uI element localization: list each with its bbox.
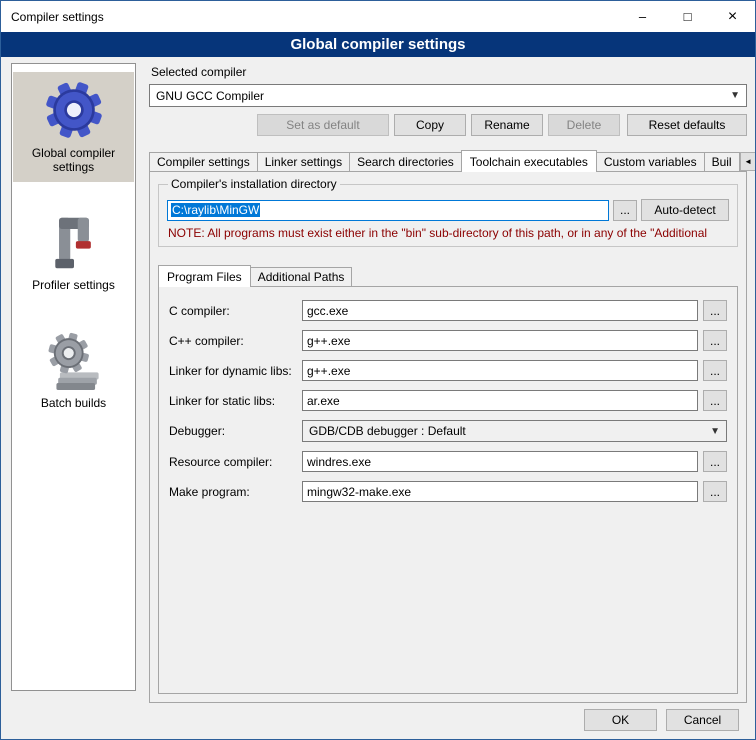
field-row: Debugger: GDB/CDB debugger : Default ▼ [169,420,727,442]
sidebar: Global compiler settings Profiler settin… [11,63,136,691]
resource-compiler-label: Resource compiler: [169,455,297,469]
cpp-compiler-browse-button[interactable]: ... [703,330,727,351]
set-as-default-button: Set as default [257,114,389,136]
batch-builds-gear-icon [44,332,104,390]
resource-compiler-browse-button[interactable]: ... [703,451,727,472]
page-title: Global compiler settings [1,32,755,57]
install-dir-browse-button[interactable]: ... [613,200,637,221]
cpp-compiler-label: C++ compiler: [169,334,297,348]
debugger-label: Debugger: [169,424,297,438]
install-dir-selected-text: C:\raylib\MinGW [171,203,260,217]
tab-program-files[interactable]: Program Files [158,265,251,287]
install-dir-input[interactable]: C:\raylib\MinGW [167,200,609,221]
main-panel: Selected compiler GNU GCC Compiler ▼ Set… [149,63,747,703]
make-program-label: Make program: [169,485,297,499]
field-row: Resource compiler: ... [169,451,727,472]
linker-dynamic-input[interactable] [302,360,698,381]
linker-static-browse-button[interactable]: ... [703,390,727,411]
sidebar-item-global-compiler-settings[interactable]: Global compiler settings [13,72,134,182]
tab-additional-paths[interactable]: Additional Paths [250,267,353,286]
profiler-tool-icon [46,214,102,272]
sidebar-item-label: Global compiler settings [15,146,132,174]
tab-linker-settings[interactable]: Linker settings [257,152,350,171]
chevron-down-icon: ▼ [730,90,740,101]
linker-static-label: Linker for static libs: [169,394,297,408]
window-title: Compiler settings [1,10,620,24]
reset-defaults-button[interactable]: Reset defaults [627,114,747,136]
sidebar-item-batch-builds[interactable]: Batch builds [13,324,134,418]
tab-build-options-clipped[interactable]: Buil [704,152,740,171]
chevron-down-icon: ▼ [710,426,720,437]
sidebar-item-label: Batch builds [41,396,106,410]
compiler-select-value: GNU GCC Compiler [156,89,730,103]
compiler-settings-window: Compiler settings – □ × Global compiler … [0,0,756,740]
field-row: Make program: ... [169,481,727,502]
field-row: C compiler: ... [169,300,727,321]
titlebar: Compiler settings – □ × [1,1,755,32]
gear-icon [44,80,104,140]
sidebar-item-label: Profiler settings [32,278,115,292]
field-row: Linker for static libs: ... [169,390,727,411]
maximize-icon[interactable]: □ [665,1,710,32]
c-compiler-browse-button[interactable]: ... [703,300,727,321]
delete-button: Delete [548,114,620,136]
tab-compiler-settings[interactable]: Compiler settings [149,152,258,171]
install-dir-note: NOTE: All programs must exist either in … [168,226,728,240]
program-files-tabs: Program Files Additional Paths [158,263,738,286]
cancel-button[interactable]: Cancel [666,709,739,731]
linker-static-input[interactable] [302,390,698,411]
installation-directory-group: Compiler's installation directory C:\ray… [158,184,738,247]
resource-compiler-input[interactable] [302,451,698,472]
linker-dynamic-label: Linker for dynamic libs: [169,364,297,378]
cpp-compiler-input[interactable] [302,330,698,351]
minimize-icon[interactable]: – [620,1,665,32]
sidebar-item-profiler-settings[interactable]: Profiler settings [13,206,134,300]
program-files-panel: C compiler: ... C++ compiler: ... Linker… [158,286,738,694]
tab-scroll-left-icon[interactable]: ◄ [740,152,756,171]
debugger-select-value: GDB/CDB debugger : Default [309,424,710,438]
installation-directory-label: Compiler's installation directory [168,177,340,191]
selected-compiler-label: Selected compiler [151,65,747,79]
toolchain-executables-panel: Compiler's installation directory C:\ray… [149,171,747,703]
compiler-select[interactable]: GNU GCC Compiler ▼ [149,84,747,107]
make-program-input[interactable] [302,481,698,502]
tab-custom-variables[interactable]: Custom variables [596,152,705,171]
settings-tabs: Compiler settings Linker settings Search… [149,148,747,171]
installation-directory-row: C:\raylib\MinGW ... Auto-detect [167,199,729,221]
c-compiler-input[interactable] [302,300,698,321]
compiler-actions: Set as default Copy Rename Delete Reset … [149,114,747,136]
auto-detect-button[interactable]: Auto-detect [641,199,729,221]
c-compiler-label: C compiler: [169,304,297,318]
tab-scroll-arrows: ◄ ► [740,152,756,171]
make-program-browse-button[interactable]: ... [703,481,727,502]
debugger-select[interactable]: GDB/CDB debugger : Default ▼ [302,420,727,442]
ok-button[interactable]: OK [584,709,657,731]
close-icon[interactable]: × [710,1,755,32]
linker-dynamic-browse-button[interactable]: ... [703,360,727,381]
tab-search-directories[interactable]: Search directories [349,152,462,171]
rename-button[interactable]: Rename [471,114,543,136]
field-row: C++ compiler: ... [169,330,727,351]
tab-toolchain-executables[interactable]: Toolchain executables [461,150,597,172]
copy-button[interactable]: Copy [394,114,466,136]
field-row: Linker for dynamic libs: ... [169,360,727,381]
